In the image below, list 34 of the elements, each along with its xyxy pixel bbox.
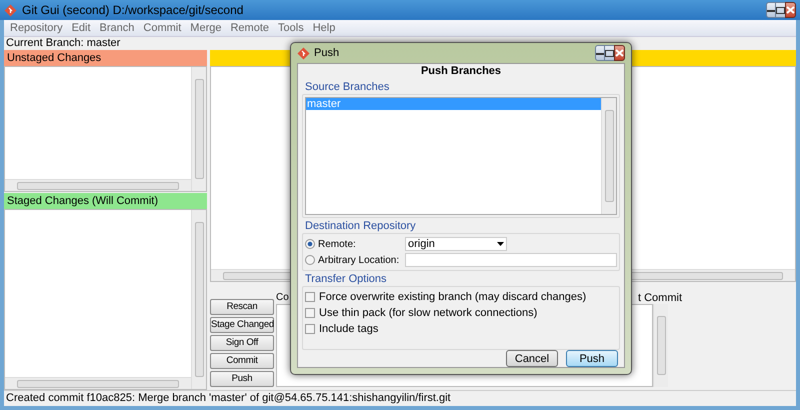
checkbox-label: Include tags [319, 322, 378, 337]
menu-item[interactable]: Tools [278, 20, 304, 36]
radio-label: Arbitrary Location: [318, 254, 400, 268]
group-label: Destination Repository [304, 220, 417, 233]
commit-message-label: Co [276, 291, 289, 304]
section-header: Unstaged Changes [4, 50, 207, 66]
group-label: Transfer Options [304, 273, 388, 286]
dialog-button[interactable]: Push [566, 350, 618, 367]
checkbox-label: Force overwrite existing branch (may discard changes) [319, 290, 586, 305]
action-button[interactable]: Rescan [210, 299, 274, 315]
menu-item[interactable]: Help [312, 20, 336, 36]
window-title: Git Gui (second) D:/workspace/git/second [22, 2, 244, 19]
menu-item[interactable]: Merge [190, 20, 222, 36]
branch-list-item[interactable]: master [306, 98, 601, 110]
status-bar-text: Created commit f10ac825: Merge branch 'master' of git@54.65.75.141:shishangyilin/first.git [6, 391, 451, 406]
action-button[interactable]: Commit [210, 353, 274, 369]
dialog-title: Push [314, 46, 340, 61]
section-header: Staged Changes (Will Commit) [4, 193, 207, 209]
amend-label: t Commit [638, 291, 682, 304]
action-button[interactable]: Stage Changed [210, 317, 274, 333]
radio-label: Remote: [318, 238, 356, 252]
menu-item[interactable]: Commit [143, 20, 182, 36]
remote-dropdown[interactable]: origin [405, 237, 507, 251]
checkbox-label: Use thin pack (for slow network connections) [319, 306, 538, 321]
menu-item[interactable]: Repository [10, 20, 63, 36]
dialog-button[interactable]: Cancel [506, 350, 558, 367]
action-button[interactable]: Push [210, 371, 274, 387]
menu-item[interactable]: Edit [72, 20, 91, 36]
menu-item[interactable]: Branch [100, 20, 134, 36]
current-branch-label: Current Branch: master [6, 36, 120, 52]
action-button[interactable]: Sign Off [210, 335, 274, 351]
dialog-heading: Push Branches [420, 65, 502, 77]
menu-item[interactable]: Remote [230, 20, 270, 36]
group-label: Source Branches [304, 81, 390, 94]
